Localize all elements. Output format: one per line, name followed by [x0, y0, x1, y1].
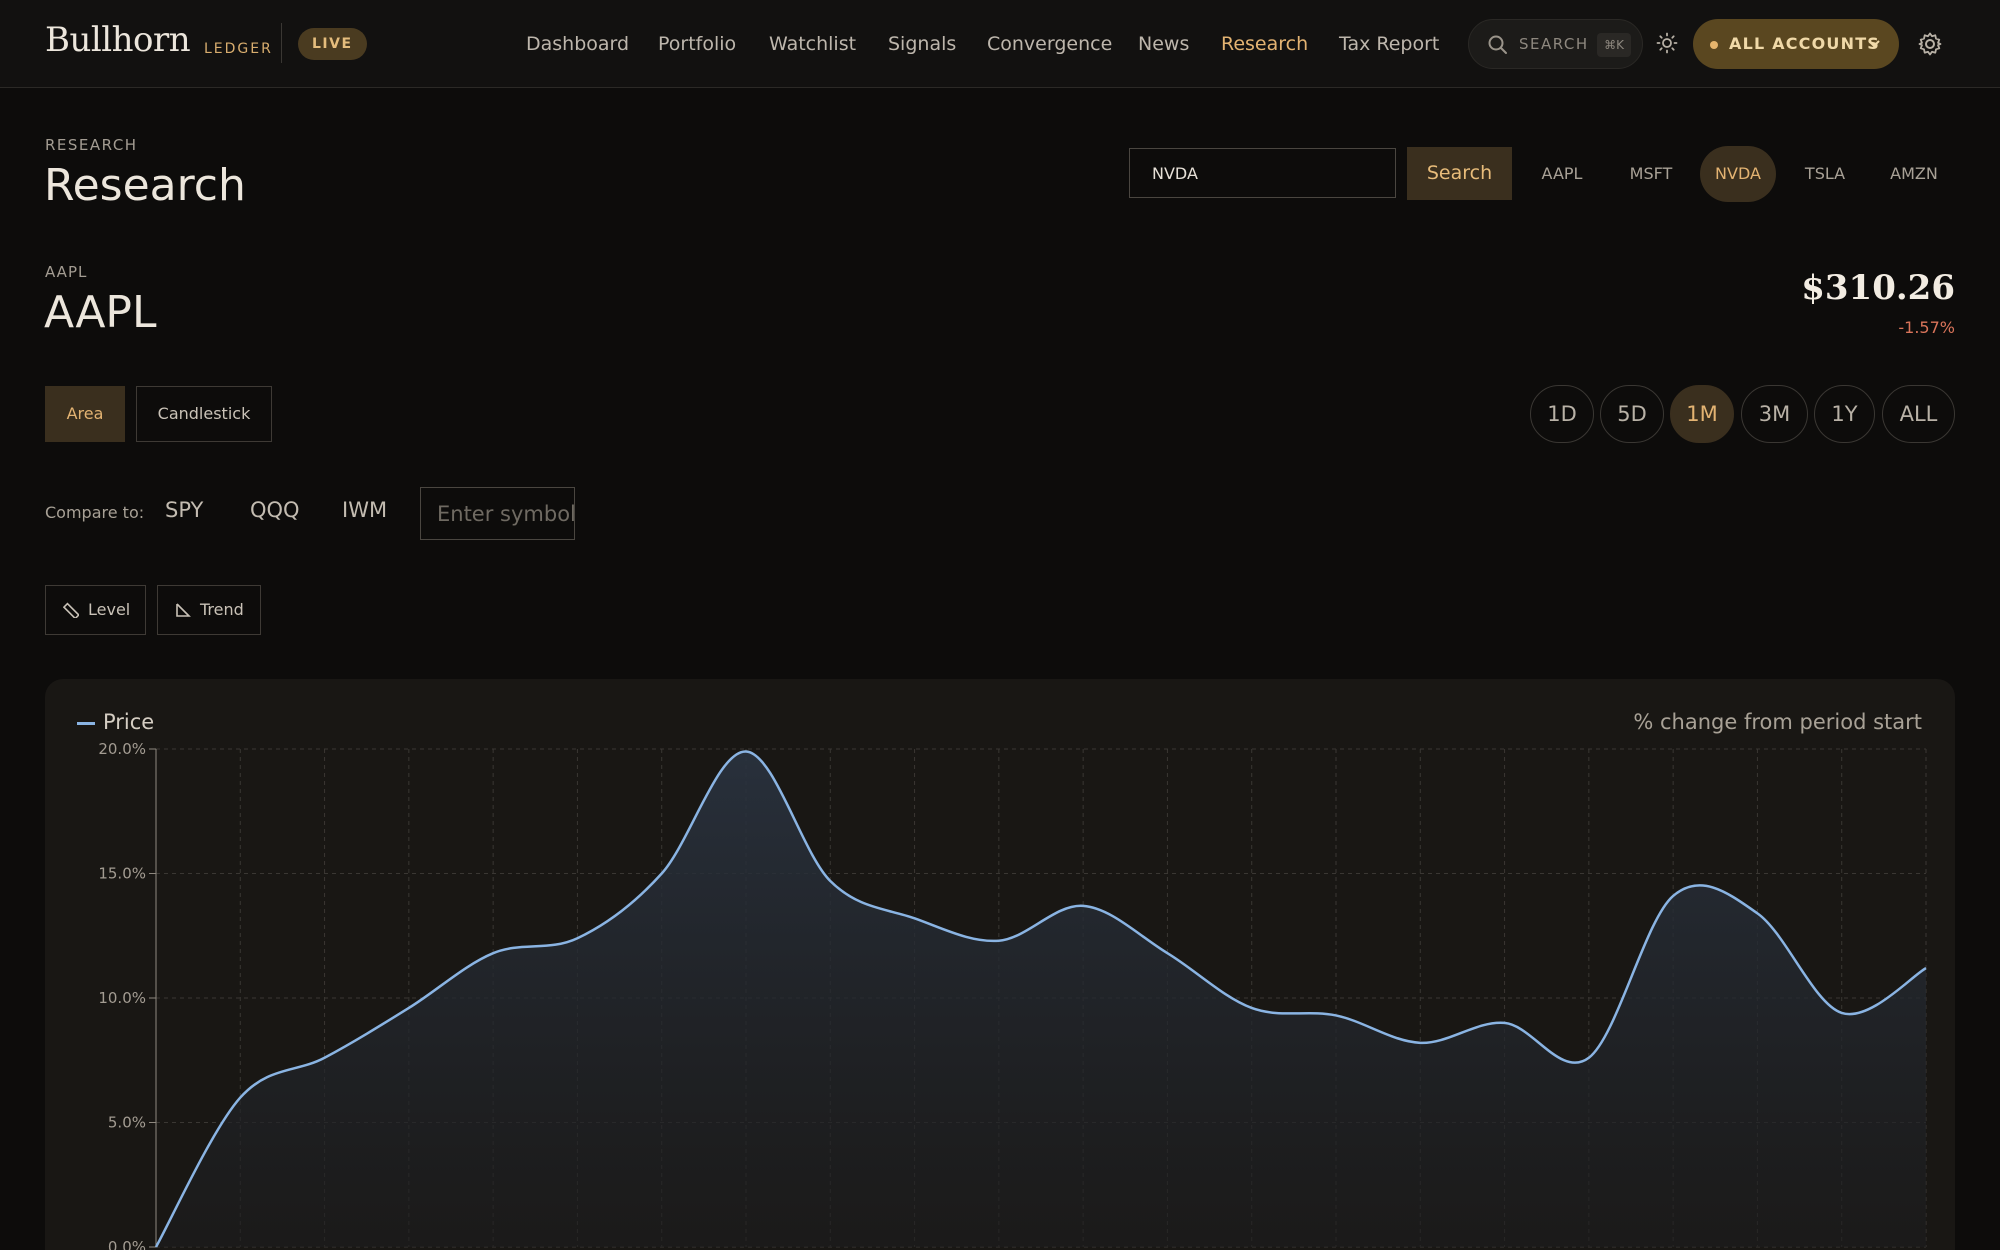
y-axis-tick-label: 0.0%	[108, 1238, 146, 1250]
y-axis-tick-label: 10.0%	[98, 989, 146, 1007]
y-axis-tick-label: 20.0%	[98, 740, 146, 758]
y-axis-tick-label: 5.0%	[108, 1114, 146, 1132]
y-axis-tick-label: 15.0%	[98, 865, 146, 883]
price-chart[interactable]: 0.0% 5.0% 10.0% 15.0% 20.0%	[0, 0, 2000, 1250]
